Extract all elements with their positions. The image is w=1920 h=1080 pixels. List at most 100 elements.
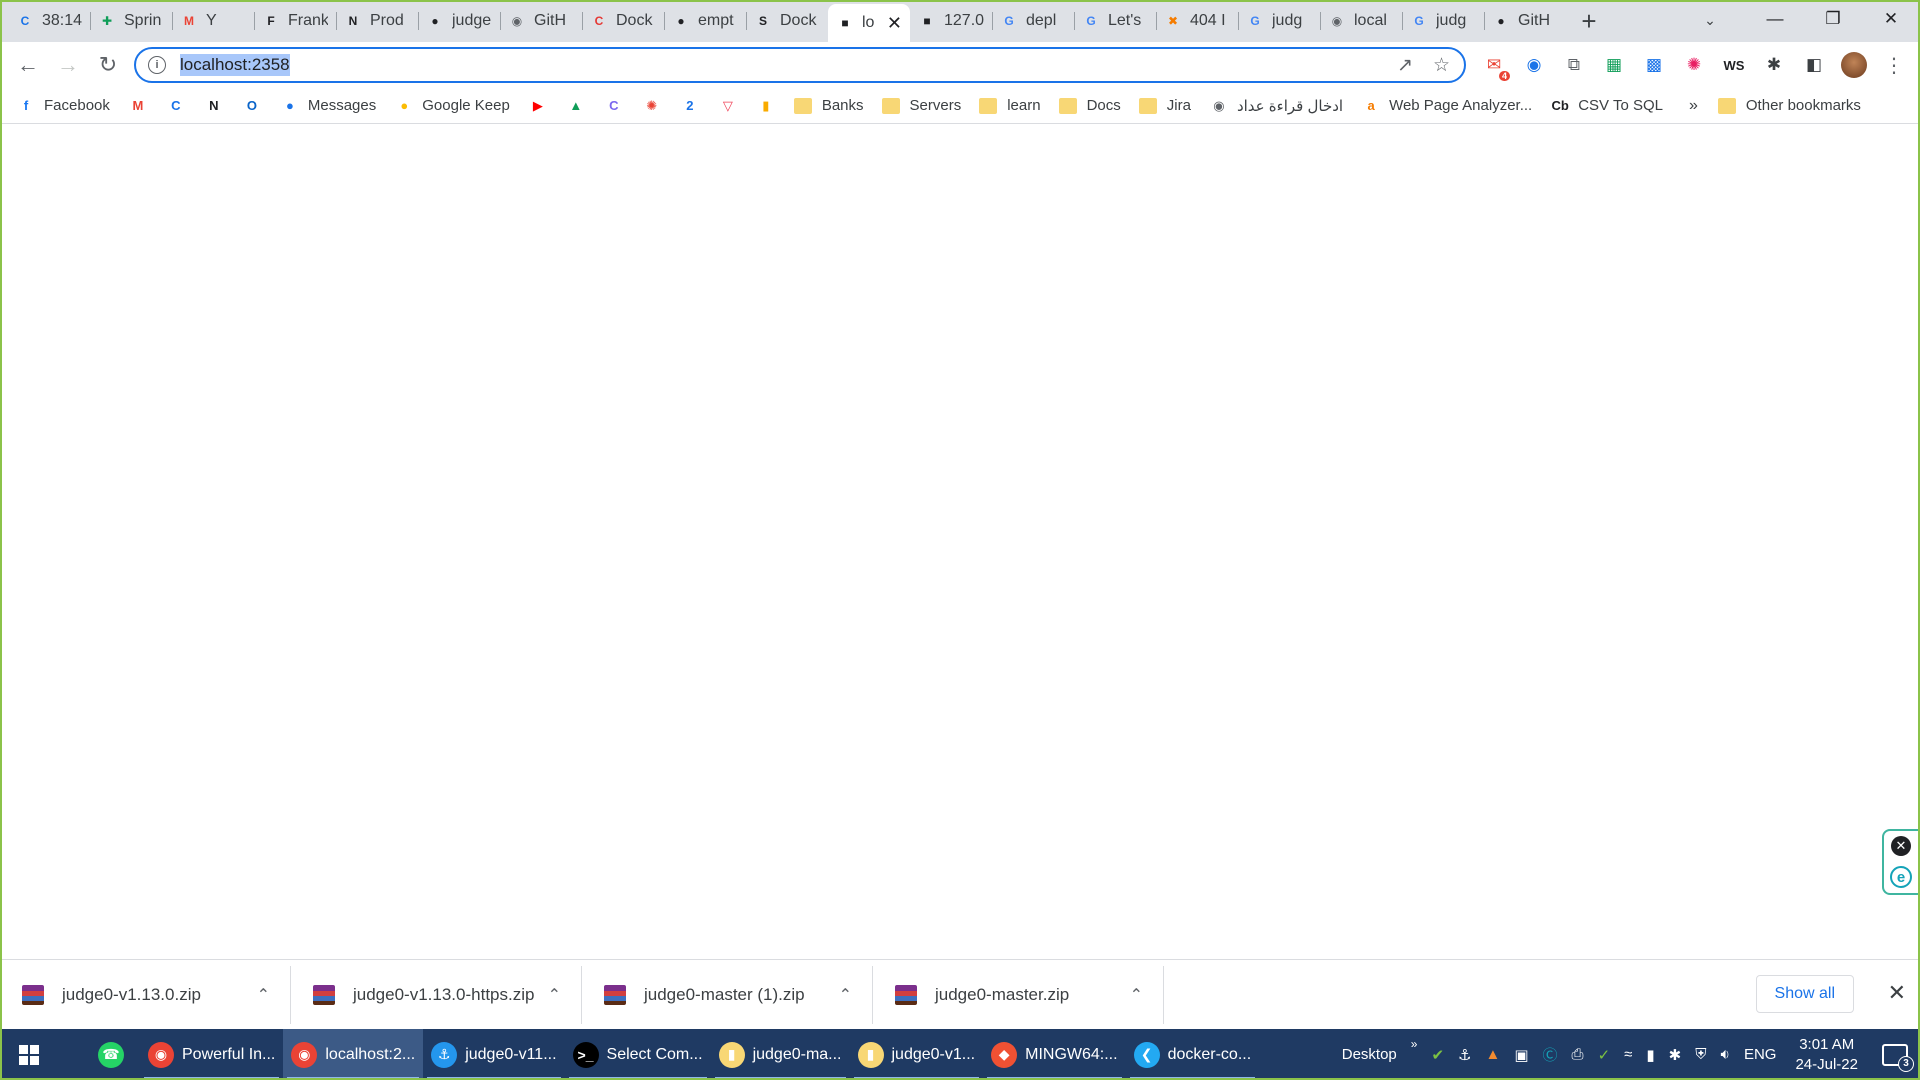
bookmark-12[interactable]: ▽: [718, 96, 738, 116]
bookmark-3[interactable]: N: [204, 96, 224, 116]
gmail-checker-icon[interactable]: ✉ 4: [1474, 55, 1514, 81]
bookmark-tail-1[interactable]: a Web Page Analyzer...: [1361, 96, 1532, 116]
tab-0[interactable]: C 38:14: [8, 4, 90, 38]
language-indicator[interactable]: ENG: [1744, 1046, 1777, 1063]
bookmark-folder-2[interactable]: learn: [979, 97, 1041, 114]
close-tab-icon[interactable]: ✕: [887, 13, 902, 34]
tab-copy-icon[interactable]: ⧉: [1554, 55, 1594, 75]
profile-avatar[interactable]: [1834, 52, 1874, 78]
tab-7[interactable]: C Dock: [582, 4, 664, 38]
tab-18[interactable]: ● GitH: [1484, 4, 1566, 38]
bookmark-tail-2[interactable]: Cb CSV To SQL: [1550, 96, 1663, 116]
volume-icon[interactable]: 🔉︎: [1720, 1046, 1729, 1063]
bookmark-10[interactable]: ✺: [642, 96, 662, 116]
download-item[interactable]: judge0-master.zip ⌃: [873, 965, 1164, 1024]
extensions-puzzle-icon[interactable]: ✱: [1754, 55, 1794, 75]
taskbar-app-2[interactable]: ◉ localhost:2...: [283, 1029, 424, 1080]
bookmark-7[interactable]: ▶: [528, 96, 548, 116]
minimize-icon[interactable]: —: [1746, 0, 1804, 38]
app-tray-icon[interactable]: ▲: [1485, 1046, 1500, 1063]
printer-tray-icon[interactable]: ⎙: [1572, 1046, 1584, 1063]
tab-2[interactable]: MY: [172, 4, 254, 38]
sheets-ext-icon[interactable]: ▦: [1594, 55, 1634, 75]
address-bar[interactable]: i localhost:2358 ↗ ☆: [134, 47, 1466, 83]
bookmark-4[interactable]: O: [242, 96, 262, 116]
tab-8[interactable]: ● empt: [664, 4, 746, 38]
tab-5[interactable]: ● judge: [418, 4, 500, 38]
tab-12[interactable]: Gdepl: [992, 4, 1074, 38]
tab-11[interactable]: ■ 127.0: [910, 4, 992, 38]
bookmark-9[interactable]: C: [604, 96, 624, 116]
color-picker-icon[interactable]: ✺: [1674, 55, 1714, 75]
tab-1[interactable]: ✚ Sprin: [90, 4, 172, 38]
bookmark-11[interactable]: 2: [680, 96, 700, 116]
security-tray-icon[interactable]: ✓: [1598, 1046, 1611, 1064]
ws-ext-icon[interactable]: WS: [1714, 58, 1754, 73]
tab-6[interactable]: ◉ GitH: [500, 4, 582, 38]
back-icon[interactable]: ←: [8, 45, 48, 85]
desktop-toolbar-label[interactable]: Desktop: [1342, 1046, 1397, 1063]
show-all-downloads-button[interactable]: Show all: [1755, 975, 1854, 1013]
download-item[interactable]: judge0-v1.13.0-https.zip ⌃: [291, 965, 582, 1024]
wifi-icon[interactable]: ≈: [1624, 1046, 1632, 1063]
bookmark-2[interactable]: C: [166, 96, 186, 116]
docker-tray-icon[interactable]: ⚓: [1458, 1046, 1471, 1064]
bookmarks-overflow-icon[interactable]: »: [1689, 97, 1698, 115]
tab-14[interactable]: ✖ 404 I: [1156, 4, 1238, 38]
reload-icon[interactable]: ↻: [88, 45, 128, 85]
desktop-overflow-icon[interactable]: »: [1411, 1037, 1418, 1051]
clock[interactable]: 3:01 AM 24-Jul-22: [1795, 1035, 1858, 1075]
tab-10[interactable]: ■ lo ✕: [828, 4, 910, 42]
e-tray-icon[interactable]: Ⓒ: [1543, 1044, 1558, 1065]
chevron-up-icon[interactable]: ⌃: [839, 985, 852, 1005]
display-tray-icon[interactable]: ▣: [1514, 1046, 1528, 1064]
tab-16[interactable]: ◉ local: [1320, 4, 1402, 38]
tab-15[interactable]: Gjudg: [1238, 4, 1320, 38]
site-info-icon[interactable]: i: [148, 56, 166, 74]
bookmark-folder-1[interactable]: Servers: [881, 97, 961, 114]
start-button[interactable]: [0, 1029, 58, 1080]
close-shelf-icon[interactable]: ✕: [1888, 980, 1906, 1006]
battery-icon[interactable]: ▮: [1646, 1046, 1654, 1064]
check-tray-icon[interactable]: ✔: [1431, 1046, 1444, 1064]
chevron-up-icon[interactable]: ⌃: [257, 985, 270, 1005]
forward-icon[interactable]: →: [48, 45, 88, 85]
tab-3[interactable]: F Frank: [254, 4, 336, 38]
tab-13[interactable]: G Let's: [1074, 4, 1156, 38]
new-tab-button[interactable]: +: [1572, 4, 1606, 38]
bookmark-tail-0[interactable]: ◉ ادخال قراءة عداد: [1209, 96, 1343, 116]
taskbar-app-6[interactable]: ▮ judge0-v1...: [850, 1029, 984, 1080]
close-window-icon[interactable]: ✕: [1862, 0, 1920, 38]
taskbar-app-4[interactable]: >_ Select Com...: [565, 1029, 711, 1080]
menu-icon[interactable]: ⋮: [1874, 53, 1914, 78]
bookmark-folder-3[interactable]: Docs: [1058, 97, 1121, 114]
notification-center-icon[interactable]: 3: [1882, 1043, 1914, 1072]
bookmark-6[interactable]: ● Google Keep: [394, 96, 510, 116]
tab-search-icon[interactable]: ⌄: [1696, 6, 1724, 34]
bookmark-13[interactable]: ▮: [756, 96, 776, 116]
bluetooth-icon[interactable]: ✱: [1669, 1046, 1682, 1064]
bookmark-5[interactable]: ● Messages: [280, 96, 376, 116]
chevron-up-icon[interactable]: ⌃: [548, 985, 561, 1005]
taskbar-app-5[interactable]: ▮ judge0-ma...: [711, 1029, 850, 1080]
taskbar-app-8[interactable]: ❮ docker-co...: [1126, 1029, 1260, 1080]
tab-4[interactable]: N Prod: [336, 4, 418, 38]
window-ext-icon[interactable]: ▩: [1634, 55, 1674, 75]
screen-capture-icon[interactable]: ◉: [1514, 55, 1554, 75]
taskbar-app-1[interactable]: ◉ Powerful In...: [140, 1029, 283, 1080]
tab-17[interactable]: Gjudg: [1402, 4, 1484, 38]
chevron-up-icon[interactable]: ⌃: [1130, 985, 1143, 1005]
widget-e-icon[interactable]: e: [1890, 866, 1912, 888]
other-bookmarks-folder[interactable]: Other bookmarks: [1717, 97, 1861, 114]
download-item[interactable]: judge0-v1.13.0.zip ⌃: [0, 965, 291, 1024]
widget-close-icon[interactable]: ✕: [1891, 836, 1911, 856]
taskbar-app-7[interactable]: ◆ MINGW64:...: [983, 1029, 1125, 1080]
bookmark-1[interactable]: M: [128, 96, 148, 116]
taskbar-app-0[interactable]: ☎: [90, 1029, 140, 1080]
bookmark-folder-0[interactable]: Banks: [793, 97, 864, 114]
download-item[interactable]: judge0-master (1).zip ⌃: [582, 965, 873, 1024]
bookmark-folder-4[interactable]: Jira: [1138, 97, 1191, 114]
bookmark-star-icon[interactable]: ☆: [1433, 54, 1450, 77]
restore-icon[interactable]: ❐: [1804, 0, 1862, 38]
bookmark-0[interactable]: f Facebook: [16, 96, 110, 116]
